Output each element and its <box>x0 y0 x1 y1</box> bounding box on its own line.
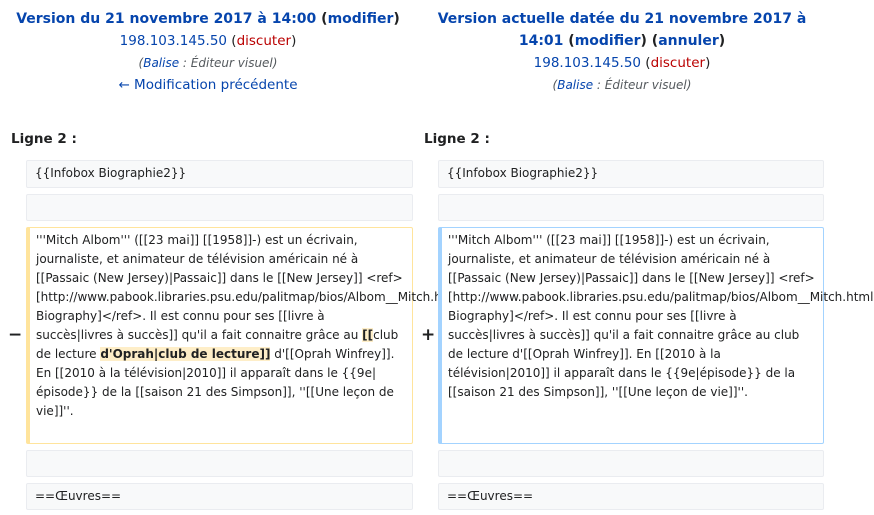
diff-context-right: {{Infobox Biographie2}} <box>438 160 824 188</box>
current-revision-time[interactable]: 14:01 <box>519 33 564 49</box>
line-number-right: Ligne 2 : <box>424 131 490 147</box>
current-revision-tag-link[interactable]: Balise <box>557 78 593 92</box>
diff-empty-context-right-2 <box>438 450 824 477</box>
current-revision-user-link[interactable]: 198.103.145.50 <box>534 55 641 71</box>
deleted-word-1: [[ <box>362 328 374 342</box>
diff-empty-context-left <box>26 194 413 221</box>
current-revision-undo-link[interactable]: annuler <box>658 33 719 49</box>
current-revision-title[interactable]: Version actuelle datée du 21 novembre 20… <box>438 11 807 27</box>
old-revision-user-link[interactable]: 198.103.145.50 <box>120 33 227 49</box>
deleted-word-2: d'Oprah|club de lecture]] <box>100 347 271 361</box>
previous-edit-link[interactable]: ← Modification précédente <box>0 74 416 96</box>
old-revision-tag-link[interactable]: Balise <box>143 56 179 70</box>
current-revision-talk-link[interactable]: discuter <box>651 55 705 71</box>
diff-context-left: {{Infobox Biographie2}} <box>26 160 413 188</box>
current-revision-header: Version actuelle datée du 21 novembre 20… <box>437 11 807 92</box>
line-number-left: Ligne 2 : <box>11 131 77 147</box>
old-revision-title[interactable]: Version du 21 novembre 2017 à 14:00 <box>16 11 316 27</box>
old-revision-header: Version du 21 novembre 2017 à 14:00 (mod… <box>0 8 416 96</box>
diff-deleted-line: '''Mitch Albom''' ([[23 mai]] [[1958]]-)… <box>26 227 461 444</box>
current-revision-tag-value: Éditeur visuel <box>604 78 687 92</box>
diff-empty-context-left-2 <box>26 450 413 477</box>
deleted-text-before: '''Mitch Albom''' ([[23 mai]] [[1958]]-)… <box>36 233 462 342</box>
diff-context-right-2: ==Œuvres== <box>438 483 824 510</box>
diff-context-left-2: ==Œuvres== <box>26 483 413 510</box>
diff-added-line: '''Mitch Albom''' ([[23 mai]] [[1958]]-)… <box>438 227 873 444</box>
old-revision-talk-link[interactable]: discuter <box>237 33 291 49</box>
old-revision-tag-value: Éditeur visuel <box>190 56 273 70</box>
removed-line-marker: − <box>8 325 23 345</box>
current-revision-edit-link[interactable]: modifier <box>575 33 641 49</box>
diff-empty-context-right <box>438 194 824 221</box>
old-revision-edit-link[interactable]: modifier <box>328 11 394 27</box>
added-line-marker: + <box>421 325 436 345</box>
